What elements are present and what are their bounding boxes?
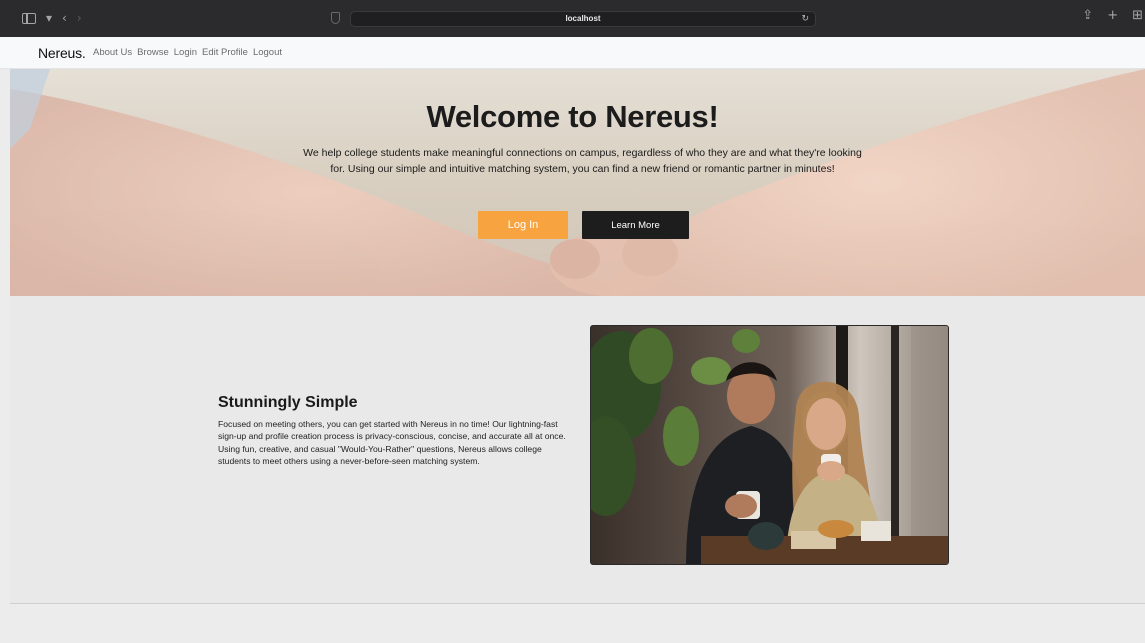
browser-toolbar: ▾ ‹ › localhost ↻ ⇪ + ⊞	[0, 0, 1145, 37]
hero-login-button[interactable]: Log In	[478, 211, 568, 239]
new-tab-icon[interactable]: +	[1107, 9, 1118, 23]
feature-section	[10, 296, 1145, 603]
shield-icon[interactable]	[331, 12, 340, 24]
hero-learn-more-button[interactable]: Learn More	[582, 211, 689, 239]
sidebar-icon[interactable]	[22, 12, 36, 24]
nav-links: About Us Browse Login Edit Profile Logou…	[93, 47, 282, 59]
nav-link-browse[interactable]: Browse	[137, 47, 169, 59]
toolbar-left-controls: ▾ ‹ ›	[22, 11, 82, 25]
nav-link-about-us[interactable]: About Us	[93, 47, 132, 59]
chevron-down-icon[interactable]: ▾	[46, 11, 52, 25]
nav-link-login[interactable]: Login	[174, 47, 197, 59]
forward-icon[interactable]: ›	[77, 11, 82, 25]
feature-description: Focused on meeting others, you can get s…	[218, 419, 566, 467]
hero-title: Welcome to Nereus!	[426, 99, 719, 134]
couple-cafe-image	[591, 326, 948, 564]
url-text: localhost	[565, 14, 601, 23]
nav-link-edit-profile[interactable]: Edit Profile	[202, 47, 248, 59]
feature-title: Stunningly Simple	[218, 394, 358, 411]
share-icon[interactable]: ⇪	[1082, 9, 1093, 23]
nav-link-logout[interactable]: Logout	[253, 47, 282, 59]
hero-description: We help college students make meaningful…	[303, 147, 862, 175]
site-navbar: Nereus. About Us Browse Login Edit Profi…	[0, 37, 1145, 69]
couple-cafe-photo	[590, 325, 949, 565]
reload-icon[interactable]: ↻	[801, 13, 809, 25]
toolbar-right-controls: ⇪ + ⊞	[1082, 9, 1145, 23]
footer-area	[10, 604, 1145, 643]
brand-logo[interactable]: Nereus.	[38, 45, 86, 61]
back-icon[interactable]: ‹	[62, 11, 67, 25]
tab-overview-icon[interactable]: ⊞	[1132, 9, 1143, 23]
address-bar[interactable]: localhost ↻	[350, 11, 816, 27]
